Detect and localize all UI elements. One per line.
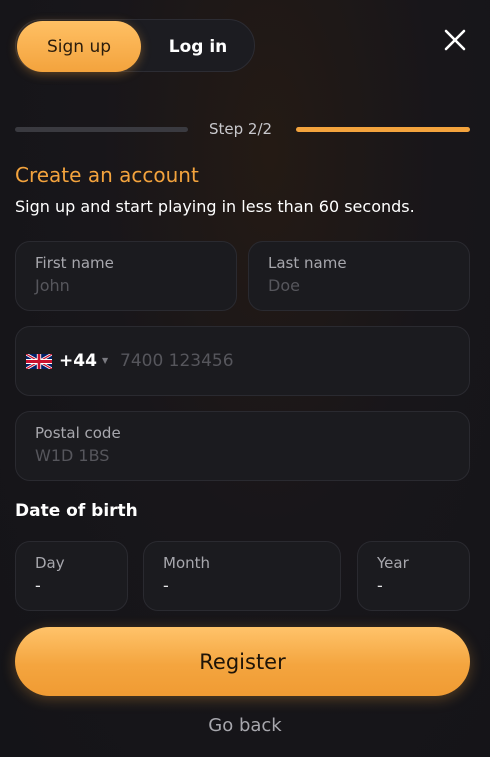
progress-step-2 [296,127,470,132]
first-name-label: First name [35,254,114,272]
page-title: Create an account [15,163,199,187]
dob-month-select[interactable]: Month - [143,541,341,611]
dob-day-label: Day [35,554,65,572]
phone-placeholder: 7400 123456 [120,351,234,371]
dob-month-label: Month [163,554,211,572]
dob-day-select[interactable]: Day - [15,541,128,611]
go-back-link[interactable]: Go back [0,715,490,736]
phone-field[interactable]: +44 ▼ 7400 123456 [15,326,470,396]
last-name-placeholder: Doe [268,276,300,295]
postal-code-placeholder: W1D 1BS [35,446,110,465]
first-name-placeholder: John [35,276,70,295]
dob-title: Date of birth [15,501,138,521]
tab-login[interactable]: Log in [144,21,252,72]
auth-toggle: Sign up Log in [15,19,255,72]
uk-flag-icon[interactable] [26,354,52,369]
dob-month-value: - [163,576,169,595]
dob-year-select[interactable]: Year - [357,541,470,611]
page-subtitle: Sign up and start playing in less than 6… [15,197,415,216]
last-name-label: Last name [268,254,347,272]
dob-day-value: - [35,576,41,595]
postal-code-field[interactable]: Postal code W1D 1BS [15,411,470,481]
progress-step-1 [15,127,188,132]
step-indicator: Step 2/2 [209,120,273,138]
first-name-field[interactable]: First name John [15,241,237,311]
dob-year-label: Year [377,554,409,572]
chevron-down-icon[interactable]: ▼ [102,356,108,365]
dial-code[interactable]: +44 [59,351,97,371]
dob-year-value: - [377,576,383,595]
tab-signup[interactable]: Sign up [17,21,141,72]
register-button[interactable]: Register [15,627,470,696]
close-button[interactable] [440,25,470,55]
postal-code-label: Postal code [35,424,121,442]
last-name-field[interactable]: Last name Doe [248,241,470,311]
close-icon [444,29,466,51]
